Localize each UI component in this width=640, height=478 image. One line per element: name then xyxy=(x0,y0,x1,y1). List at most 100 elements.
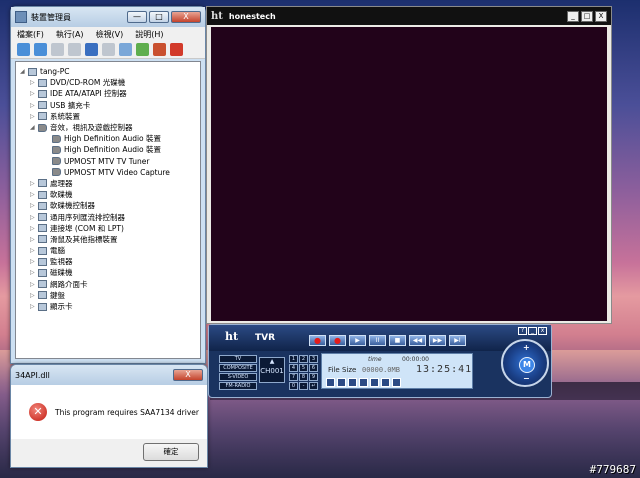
video-window-titlebar[interactable]: ht honestech _ □ X xyxy=(207,7,611,25)
settings-icon[interactable] xyxy=(348,378,357,387)
keypad-key[interactable]: 7 xyxy=(289,373,298,381)
keypad-key[interactable]: 8 xyxy=(299,373,308,381)
update-driver-icon[interactable] xyxy=(136,43,149,56)
stop-button[interactable]: ■ xyxy=(389,335,406,346)
expand-arrow-icon[interactable]: ▷ xyxy=(30,247,38,254)
tools-icon[interactable] xyxy=(392,378,401,387)
tree-item[interactable]: ▷ 鍵盤 xyxy=(16,290,200,301)
collapse-arrow-icon[interactable]: ◢ xyxy=(20,68,28,75)
menu-view[interactable]: 檢視(V) xyxy=(96,29,124,40)
tree-item[interactable]: ▷ DVD/CD-ROM 光碟機 xyxy=(16,77,200,88)
disable-icon[interactable] xyxy=(153,43,166,56)
properties-icon[interactable] xyxy=(51,43,64,56)
keypad-key[interactable]: 5 xyxy=(299,364,308,372)
menu-action[interactable]: 執行(A) xyxy=(56,29,84,40)
expand-arrow-icon[interactable]: ▷ xyxy=(30,303,38,310)
tree-item[interactable]: High Definition Audio 裝置 xyxy=(16,133,200,144)
tree-item[interactable]: ▷ 電腦 xyxy=(16,245,200,256)
expand-arrow-icon[interactable]: ▷ xyxy=(30,113,38,120)
volume-jog-dial[interactable]: + M − xyxy=(501,339,549,387)
keypad-key[interactable]: 6 xyxy=(309,364,318,372)
uninstall-icon[interactable] xyxy=(170,43,183,56)
keypad-key[interactable]: 0 xyxy=(289,382,298,390)
expand-arrow-icon[interactable]: ▷ xyxy=(30,202,38,209)
device-manager-titlebar[interactable]: 裝置管理員 — □ X xyxy=(11,7,205,27)
tree-item[interactable]: ▷ 軟碟機控制器 xyxy=(16,200,200,211)
tree-item[interactable]: UPMOST MTV Video Capture xyxy=(16,167,200,178)
device-view-icon[interactable] xyxy=(102,43,115,56)
display-icon[interactable] xyxy=(381,378,390,387)
source-composite-button[interactable]: COMPOSITE xyxy=(219,364,257,372)
expand-arrow-icon[interactable]: ▷ xyxy=(30,214,38,221)
menu-file[interactable]: 檔案(F) xyxy=(17,29,44,40)
expand-arrow-icon[interactable]: ▷ xyxy=(30,225,38,232)
video-close-button[interactable]: X xyxy=(595,10,607,22)
list-icon[interactable] xyxy=(68,43,81,56)
volume-up-icon[interactable]: + xyxy=(523,343,530,352)
tree-item[interactable]: ▷ 磁碟機 xyxy=(16,267,200,278)
play-button[interactable]: ▶ xyxy=(349,335,366,346)
keypad-key[interactable]: ↵ xyxy=(309,382,318,390)
mute-icon[interactable] xyxy=(370,378,379,387)
timeshift-record-button[interactable]: ● xyxy=(329,335,346,346)
maximize-button[interactable]: □ xyxy=(149,11,169,23)
source-fm-radio-button[interactable]: FM-RADIO xyxy=(219,382,257,390)
menu-button[interactable]: M xyxy=(519,357,535,373)
menu-help[interactable]: 說明(H) xyxy=(135,29,163,40)
video-maximize-button[interactable]: □ xyxy=(581,10,593,22)
back-icon[interactable] xyxy=(17,43,30,56)
tvr-minimize-button[interactable]: _ xyxy=(528,327,537,335)
source-tv-button[interactable]: TV xyxy=(219,355,257,363)
tree-root[interactable]: ◢ tang-PC xyxy=(16,66,200,77)
expand-arrow-icon[interactable]: ▷ xyxy=(30,236,38,243)
tree-item[interactable]: ▷ 顯示卡 xyxy=(16,301,200,312)
expand-arrow-icon[interactable]: ▷ xyxy=(30,281,38,288)
fast-forward-button[interactable]: ▶▶ xyxy=(429,335,446,346)
forward-icon[interactable] xyxy=(34,43,47,56)
tvr-close-button[interactable]: x xyxy=(538,327,547,335)
tree-item[interactable]: ▷ 網路介面卡 xyxy=(16,279,200,290)
expand-arrow-icon[interactable]: ▷ xyxy=(30,292,38,299)
dialog-close-button[interactable]: X xyxy=(173,369,203,381)
tree-item[interactable]: ▷ 監視器 xyxy=(16,256,200,267)
tvr-help-button[interactable]: ? xyxy=(518,327,527,335)
video-minimize-button[interactable]: _ xyxy=(567,10,579,22)
channel-up-icon[interactable]: ▲ xyxy=(260,358,284,365)
keypad-key[interactable]: 3 xyxy=(309,355,318,363)
collapse-arrow-icon[interactable]: ◢ xyxy=(30,124,38,131)
ok-button[interactable]: 確定 xyxy=(143,443,199,461)
expand-arrow-icon[interactable]: ▷ xyxy=(30,269,38,276)
tree-item[interactable]: High Definition Audio 裝置 xyxy=(16,144,200,155)
schedule-icon[interactable] xyxy=(337,378,346,387)
close-button[interactable]: X xyxy=(171,11,201,23)
expand-arrow-icon[interactable]: ▷ xyxy=(30,90,38,97)
tree-item[interactable]: UPMOST MTV TV Tuner xyxy=(16,156,200,167)
tree-item[interactable]: ▷ 連接埠 (COM 和 LPT) xyxy=(16,223,200,234)
keypad-key[interactable]: 1 xyxy=(289,355,298,363)
record-button[interactable]: ● xyxy=(309,335,326,346)
tree-item[interactable]: ▷ 軟碟機 xyxy=(16,189,200,200)
expand-arrow-icon[interactable]: ▷ xyxy=(30,180,38,187)
keypad-key[interactable]: 2 xyxy=(299,355,308,363)
tree-item[interactable]: ◢ 音效，視訊及遊戲控制器 xyxy=(16,122,200,133)
keypad-key[interactable]: 9 xyxy=(309,373,318,381)
next-button[interactable]: ▶I xyxy=(449,335,466,346)
tree-item[interactable]: ▷ USB 擴充卡 xyxy=(16,100,200,111)
keypad-key[interactable]: 4 xyxy=(289,364,298,372)
expand-arrow-icon[interactable]: ▷ xyxy=(30,79,38,86)
help-icon[interactable] xyxy=(85,43,98,56)
volume-down-icon[interactable]: − xyxy=(523,374,530,383)
pause-button[interactable]: II xyxy=(369,335,386,346)
snapshot-icon[interactable] xyxy=(326,378,335,387)
expand-arrow-icon[interactable]: ▷ xyxy=(30,191,38,198)
rewind-button[interactable]: ◀◀ xyxy=(409,335,426,346)
source-svideo-button[interactable]: S-VIDEO xyxy=(219,373,257,381)
error-dialog-titlebar[interactable]: 34API.dll X xyxy=(11,365,207,385)
tree-item[interactable]: ▷ 通用序列匯流排控制器 xyxy=(16,211,200,222)
tree-item[interactable]: ▷ 處理器 xyxy=(16,178,200,189)
expand-arrow-icon[interactable]: ▷ xyxy=(30,258,38,265)
keypad-key[interactable]: - xyxy=(299,382,308,390)
scan-icon[interactable] xyxy=(119,43,132,56)
tree-item[interactable]: ▷ IDE ATA/ATAPI 控制器 xyxy=(16,88,200,99)
expand-arrow-icon[interactable]: ▷ xyxy=(30,102,38,109)
